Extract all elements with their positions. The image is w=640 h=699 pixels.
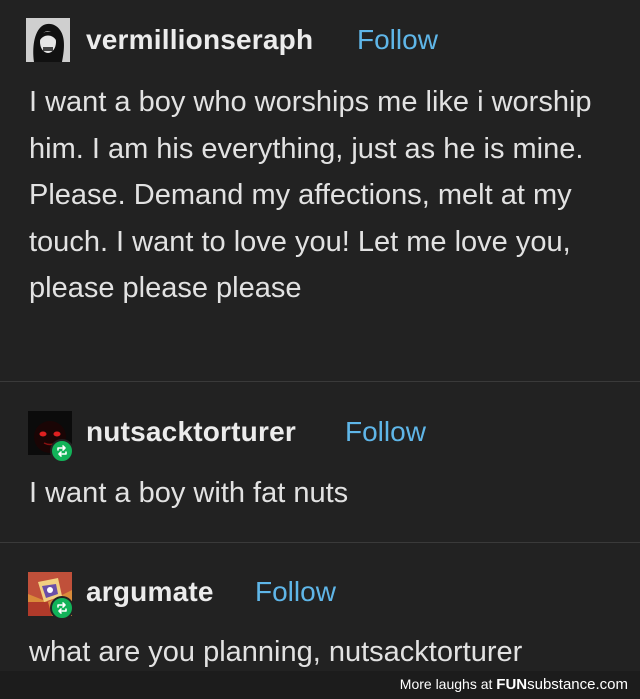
avatar[interactable] [28,411,74,463]
watermark-brand-bold: FUN [496,676,528,693]
watermark-bar: More laughs at FUNsubstance.com [0,671,640,699]
username[interactable]: nutsacktorturer [86,416,296,448]
post-text: I want a boy who worships me like i wors… [29,86,592,304]
avatar[interactable] [28,572,74,620]
watermark-brand-rest: substance.com [527,676,628,693]
divider [0,381,640,382]
avatar-image [26,18,70,62]
follow-button[interactable]: Follow [357,24,438,56]
username[interactable]: argumate [86,576,214,608]
watermark-prefix: More laughs at [399,676,493,692]
reblog-icon [50,439,74,463]
reblog-icon [50,596,74,620]
watermark-text: More laughs at FUNsubstance.com [400,676,628,693]
post-text: what are you planning, nutsacktorturer [29,636,523,668]
username[interactable]: vermillionseraph [86,24,313,56]
follow-button[interactable]: Follow [345,416,426,448]
avatar[interactable] [26,18,70,62]
divider [0,542,640,543]
post-text: I want a boy with fat nuts [29,477,349,509]
follow-button[interactable]: Follow [255,576,336,608]
